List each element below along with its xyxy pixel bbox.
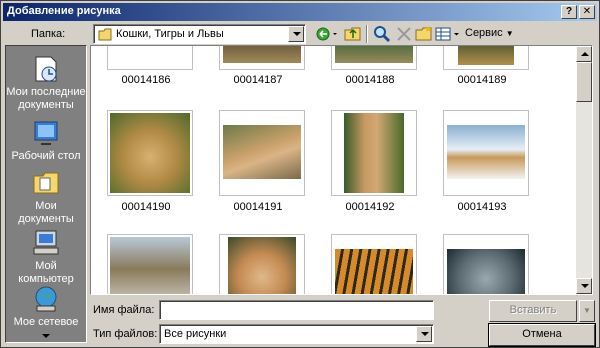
file-name: 00014188 — [345, 74, 395, 86]
file-name: 00014192 — [345, 201, 395, 213]
new-folder-icon[interactable] — [414, 24, 434, 44]
file-name: 00014187 — [233, 74, 283, 86]
help-button[interactable]: ? — [561, 5, 577, 19]
folder-icon — [98, 28, 112, 41]
place-my-computer[interactable]: Мой компьютер — [6, 228, 86, 286]
folder-value: Кошки, Тигры и Львы — [116, 28, 224, 40]
insert-button-label: Вставить — [509, 304, 557, 316]
thumbnail[interactable] — [107, 110, 193, 196]
chevron-down-icon — [421, 332, 429, 336]
chevron-down-icon — [581, 284, 589, 288]
photo-image — [223, 46, 301, 63]
place-my-network[interactable]: Мое сетевое — [6, 284, 86, 329]
tools-menu-label: Сервис — [465, 27, 503, 39]
chevron-down-icon: ▼ — [583, 306, 591, 315]
place-label: документы — [18, 99, 74, 111]
place-desktop[interactable]: Рабочий стол — [6, 118, 86, 163]
chevron-down-icon — [293, 32, 301, 36]
close-button[interactable]: ✕ — [579, 5, 595, 19]
thumbnail[interactable] — [107, 234, 193, 294]
photo-image — [335, 249, 413, 294]
delete-icon[interactable] — [394, 24, 414, 44]
scroll-up-button[interactable] — [576, 46, 592, 62]
cancel-button[interactable]: Отмена — [488, 323, 596, 347]
places-scroll-down-icon[interactable] — [42, 334, 50, 338]
my-documents-icon — [33, 172, 59, 194]
back-icon[interactable] — [314, 24, 338, 44]
place-label: документы — [18, 213, 74, 225]
toolbar-separator — [366, 25, 368, 43]
place-label: Мои последние — [6, 86, 86, 98]
search-icon[interactable] — [372, 24, 392, 44]
file-name: 00014190 — [121, 201, 171, 213]
photo-image — [110, 113, 190, 193]
thumbnail[interactable] — [331, 46, 417, 70]
folder-dropdown-button[interactable] — [288, 26, 304, 42]
chevron-down-icon: ▼ — [505, 29, 514, 38]
place-label: Мои — [35, 200, 57, 212]
thumbnail[interactable] — [219, 46, 305, 70]
recent-documents-icon — [35, 56, 57, 82]
filetype-label: Тип файлов: — [93, 328, 158, 340]
desktop-icon — [34, 121, 58, 145]
up-folder-icon[interactable] — [343, 24, 363, 44]
place-label: Мой — [35, 260, 57, 272]
filetype-dropdown-button[interactable] — [416, 326, 432, 342]
file-name: 00014191 — [233, 201, 283, 213]
thumbnail[interactable] — [331, 110, 417, 196]
thumbnail[interactable] — [331, 234, 417, 294]
filename-label: Имя файла: — [93, 304, 155, 316]
photo-image — [447, 125, 525, 179]
photo-image — [110, 237, 190, 294]
file-name: 00014193 — [457, 201, 507, 213]
views-icon[interactable] — [434, 24, 462, 44]
place-label: Рабочий стол — [11, 150, 81, 162]
photo-image — [458, 46, 514, 65]
title-bar[interactable]: Добавление рисунка ? ✕ — [3, 3, 597, 21]
filetype-value: Все рисунки — [164, 328, 227, 340]
photo-image — [447, 249, 525, 294]
photo-image — [228, 237, 296, 294]
filetype-combo[interactable]: Все рисунки — [159, 324, 434, 344]
scrollbar-thumb[interactable] — [576, 62, 592, 102]
insert-button[interactable]: Вставить — [489, 300, 577, 322]
place-label: Мое сетевое — [13, 316, 79, 328]
photo-image — [335, 46, 413, 63]
filename-field[interactable] — [159, 300, 434, 320]
thumbnail-grid: 00014186 00014187 00014188 00014189 0001… — [91, 46, 577, 294]
thumbnail[interactable] — [443, 234, 529, 294]
vertical-scrollbar[interactable] — [576, 46, 592, 294]
my-computer-icon — [33, 230, 59, 255]
network-icon — [35, 286, 57, 312]
chevron-up-icon — [581, 52, 589, 56]
photo-image — [344, 113, 404, 193]
folder-label: Папка: — [31, 28, 66, 40]
thumbnail[interactable] — [219, 110, 305, 196]
thumbnail[interactable] — [443, 110, 529, 196]
cancel-button-label: Отмена — [522, 328, 562, 340]
place-recent-documents[interactable]: Мои последние документы — [6, 54, 86, 112]
photo-image — [223, 125, 301, 179]
places-bar: Мои последние документы Рабочий стол Мои… — [5, 45, 87, 343]
tools-menu[interactable]: Сервис ▼ — [465, 27, 514, 47]
place-my-documents[interactable]: Мои документы — [6, 168, 86, 226]
file-name: 00014189 — [457, 74, 507, 86]
insert-picture-dialog: Добавление рисунка ? ✕ Папка: Кошки, Тиг… — [0, 0, 600, 348]
insert-options-button[interactable]: ▼ — [579, 300, 595, 322]
file-name: 00014186 — [121, 74, 171, 86]
file-view[interactable]: 00014186 00014187 00014188 00014189 0001… — [90, 45, 593, 295]
thumbnail[interactable] — [219, 234, 305, 294]
thumbnail[interactable] — [443, 46, 529, 70]
folder-combo[interactable]: Кошки, Тигры и Львы — [93, 24, 306, 44]
scroll-down-button[interactable] — [576, 278, 592, 294]
window-title: Добавление рисунка — [7, 5, 121, 17]
thumbnail[interactable] — [107, 46, 193, 70]
